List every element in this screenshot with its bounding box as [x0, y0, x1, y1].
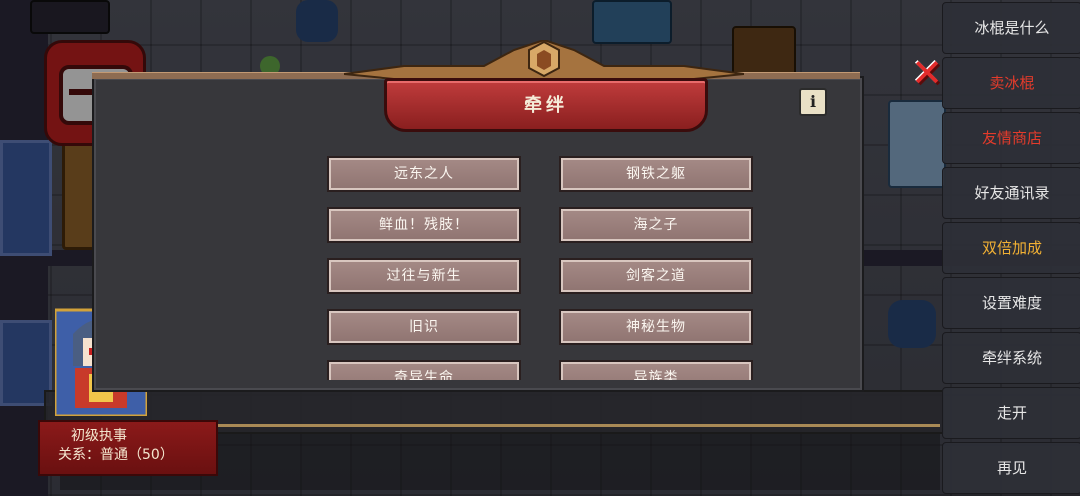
menu-set-difficulty[interactable]: 设置难度: [942, 277, 1080, 329]
bond-item[interactable]: 奇异生命: [327, 360, 521, 380]
close-icon[interactable]: ✕: [908, 54, 946, 92]
menu-friend-contacts[interactable]: 好友通讯录: [942, 167, 1080, 219]
menu-label: 设置难度: [981, 294, 1042, 312]
bond-list[interactable]: 远东之人 钢铁之躯 鲜血！残肢！ 海之子 过往与新生 剑客之道 旧识 神秘生物 …: [300, 146, 790, 380]
menu-label: 牵绊系统: [981, 349, 1042, 367]
menu-label: 双倍加成: [981, 239, 1042, 257]
bond-item[interactable]: 神秘生物: [559, 309, 753, 345]
npc-relation: 关系：普通（50）: [58, 447, 174, 463]
menu-label: 再见: [996, 459, 1027, 477]
bond-item[interactable]: 旧识: [327, 309, 521, 345]
menu-double-bonus[interactable]: 双倍加成: [942, 222, 1080, 274]
bond-item[interactable]: 鲜血！残肢！: [327, 207, 521, 243]
bond-item[interactable]: 异族类: [559, 360, 753, 380]
menu-label: 走开: [996, 404, 1027, 422]
menu-label: 友情商店: [981, 129, 1042, 147]
bond-item[interactable]: 海之子: [559, 207, 753, 243]
title-banner: 牵绊: [384, 78, 708, 132]
bond-item[interactable]: 过往与新生: [327, 258, 521, 294]
bond-item[interactable]: 钢铁之躯: [559, 156, 753, 192]
bond-item[interactable]: 剑客之道: [559, 258, 753, 294]
menu-label: 卖冰棍: [989, 74, 1035, 92]
menu-goodbye[interactable]: 再见: [942, 442, 1080, 494]
menu-what-is-popsicle[interactable]: 冰棍是什么: [942, 2, 1080, 54]
bond-item[interactable]: 远东之人: [327, 156, 521, 192]
menu-go-away[interactable]: 走开: [942, 387, 1080, 439]
npc-name: 初级执事: [71, 428, 127, 444]
menu-sell-popsicle[interactable]: 卖冰棍: [942, 57, 1080, 109]
menu-bond-system[interactable]: 牵绊系统: [942, 332, 1080, 384]
menu-label: 冰棍是什么: [974, 19, 1050, 37]
menu-label: 好友通讯录: [974, 184, 1050, 202]
panel-title: 牵绊: [524, 95, 568, 116]
info-icon[interactable]: i: [799, 88, 827, 116]
menu-friendship-shop[interactable]: 友情商店: [942, 112, 1080, 164]
